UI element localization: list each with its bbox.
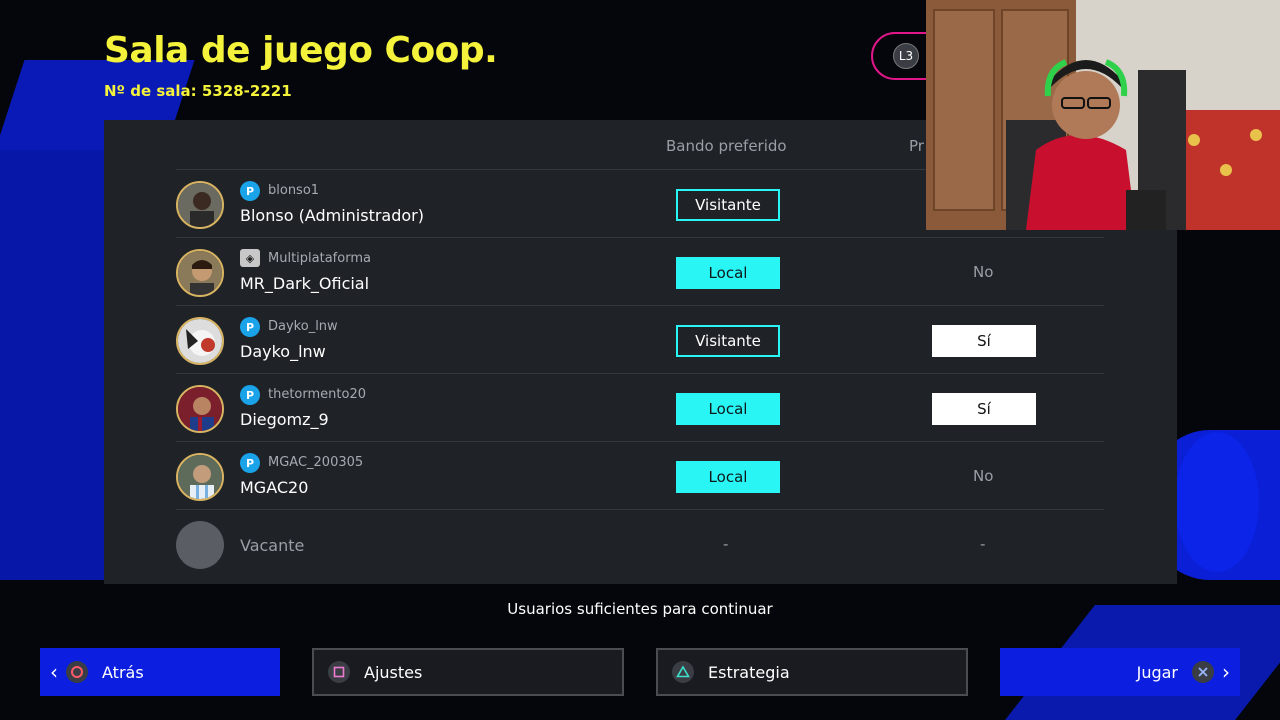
playstation-icon: P <box>240 385 260 405</box>
room-number: Nº de sala: 5328-2221 <box>104 82 292 100</box>
bg-decoration-left-inner <box>0 150 110 580</box>
side-local-button[interactable]: Local <box>676 461 780 493</box>
vacant-label: Vacante <box>240 536 305 555</box>
webcam-overlay <box>926 0 1280 230</box>
bg-decoration-circle <box>1175 432 1259 572</box>
column-header-ready: Pr <box>909 137 924 155</box>
ready-status: No <box>973 263 994 281</box>
side-visitante-button[interactable]: Visitante <box>676 325 780 357</box>
player-name: MR_Dark_Oficial <box>240 274 370 293</box>
avatar <box>176 317 224 365</box>
player-handle: Multiplataforma <box>268 251 371 266</box>
settings-label: Ajustes <box>364 662 423 682</box>
chevron-left-icon: ‹ <box>50 660 58 684</box>
triangle-button-icon <box>672 661 694 683</box>
column-header-side: Bando preferido <box>666 137 787 155</box>
back-label: Atrás <box>102 662 144 682</box>
strategy-label: Estrategia <box>708 662 790 682</box>
playstation-icon: P <box>240 453 260 473</box>
side-empty: - <box>723 535 729 553</box>
status-message: Usuarios suficientes para continuar <box>507 600 773 618</box>
player-handle: blonso1 <box>268 183 320 198</box>
side-local-button[interactable]: Local <box>676 393 780 425</box>
back-button[interactable]: ‹ Atrás <box>40 648 280 696</box>
square-button-icon <box>328 661 350 683</box>
side-local-button[interactable]: Local <box>676 257 780 289</box>
avatar <box>176 385 224 433</box>
circle-button-icon <box>66 661 88 683</box>
ready-status: No <box>973 467 994 485</box>
strategy-button[interactable]: Estrategia <box>656 648 968 696</box>
play-button[interactable]: Jugar › <box>1000 648 1240 696</box>
playstation-icon: P <box>240 181 260 201</box>
page-title: Sala de juego Coop. <box>104 30 498 71</box>
player-name: MGAC20 <box>240 478 309 497</box>
player-handle: thetormento20 <box>268 387 366 402</box>
player-name: Diegomz_9 <box>240 410 329 429</box>
player-handle: Dayko_lnw <box>268 319 338 334</box>
side-visitante-button[interactable]: Visitante <box>676 189 780 221</box>
playstation-icon: P <box>240 317 260 337</box>
play-label: Jugar <box>1136 662 1178 682</box>
avatar <box>176 181 224 229</box>
table-row[interactable]: ◈ Multiplataforma MR_Dark_Oficial Local … <box>176 238 1104 306</box>
avatar <box>176 453 224 501</box>
table-row[interactable]: P thetormento20 Diegomz_9 Local Sí <box>176 374 1104 442</box>
table-row[interactable]: P MGAC_200305 MGAC20 Local No <box>176 442 1104 510</box>
player-handle: MGAC_200305 <box>268 455 364 470</box>
player-name: Dayko_lnw <box>240 342 326 361</box>
ready-yes-button[interactable]: Sí <box>932 325 1036 357</box>
cross-button-icon <box>1192 661 1214 683</box>
table-row[interactable]: P Dayko_lnw Dayko_lnw Visitante Sí <box>176 306 1104 374</box>
gamepad-icon: ◈ <box>240 249 260 267</box>
avatar <box>176 249 224 297</box>
ready-empty: - <box>980 535 986 553</box>
l3-button-icon[interactable]: L3 <box>893 43 919 69</box>
settings-button[interactable]: Ajustes <box>312 648 624 696</box>
player-name: Blonso (Administrador) <box>240 206 424 225</box>
avatar-placeholder <box>176 521 224 569</box>
ready-yes-button[interactable]: Sí <box>932 393 1036 425</box>
table-row-vacant: Vacante - - <box>176 510 1104 578</box>
chevron-right-icon: › <box>1222 660 1230 684</box>
